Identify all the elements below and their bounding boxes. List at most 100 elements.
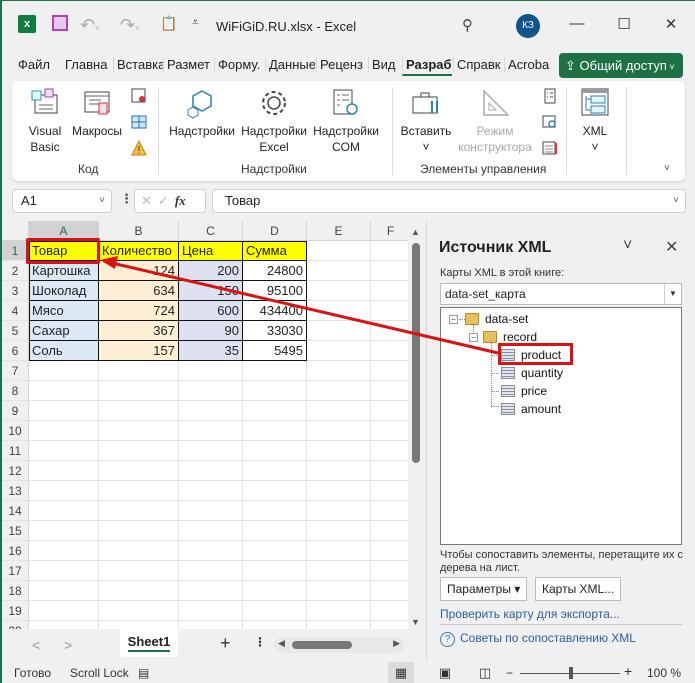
row-header-20[interactable]: 20 xyxy=(2,621,29,629)
cell-e19[interactable] xyxy=(307,601,371,621)
cell-b11[interactable] xyxy=(99,441,179,461)
cell-b10[interactable] xyxy=(99,421,179,441)
row-header-14[interactable]: 14 xyxy=(2,501,29,521)
zoom-in-button[interactable]: + xyxy=(624,663,632,679)
cell-f20[interactable] xyxy=(371,621,408,629)
cell-c12[interactable] xyxy=(179,461,243,481)
cell-a5[interactable]: Сахар xyxy=(29,321,99,341)
tab-view[interactable]: Вид xyxy=(368,57,398,72)
cell-a7[interactable] xyxy=(29,361,99,381)
cell-c6[interactable]: 35 xyxy=(179,341,243,361)
cell-a20[interactable] xyxy=(29,621,99,629)
cell-e15[interactable] xyxy=(307,521,371,541)
cell-c1[interactable]: Цена xyxy=(179,241,243,261)
row-header-8[interactable]: 8 xyxy=(2,381,29,401)
hscroll-thumb[interactable] xyxy=(292,641,352,649)
tree-node-amount[interactable]: amount xyxy=(501,400,561,418)
formula-input[interactable]: Товар ˅ xyxy=(212,189,686,213)
vertical-scrollbar[interactable]: ▲ ▼ xyxy=(408,221,424,629)
cell-a11[interactable] xyxy=(29,441,99,461)
zoom-out-button[interactable]: − xyxy=(506,666,513,680)
cell-b8[interactable] xyxy=(99,381,179,401)
cell-b1[interactable]: Количество xyxy=(99,241,179,261)
tab-home[interactable]: Главна xyxy=(65,57,111,72)
cell-a2[interactable]: Картошка xyxy=(29,261,99,281)
page-break-view-icon[interactable]: ◫ xyxy=(472,662,498,683)
cell-e10[interactable] xyxy=(307,421,371,441)
tree-node-quantity[interactable]: quantity xyxy=(501,364,563,382)
cell-a3[interactable]: Шоколад xyxy=(29,281,99,301)
cell-a9[interactable] xyxy=(29,401,99,421)
cell-d5[interactable]: 33030 xyxy=(243,321,307,341)
column-header-d[interactable]: D xyxy=(243,221,307,241)
cell-f9[interactable] xyxy=(371,401,408,421)
cell-b16[interactable] xyxy=(99,541,179,561)
cell-d9[interactable] xyxy=(243,401,307,421)
scroll-up-icon[interactable]: ▲ xyxy=(411,227,420,237)
cell-d4[interactable]: 434400 xyxy=(243,301,307,321)
cell-d20[interactable] xyxy=(243,621,307,629)
cell-f13[interactable] xyxy=(371,481,408,501)
row-header-2[interactable]: 2 xyxy=(2,261,29,281)
cell-e13[interactable] xyxy=(307,481,371,501)
column-header-c[interactable]: C xyxy=(179,221,243,241)
cell-b17[interactable] xyxy=(99,561,179,581)
cancel-icon[interactable]: ✕ xyxy=(141,193,158,208)
cell-b18[interactable] xyxy=(99,581,179,601)
cell-a8[interactable] xyxy=(29,381,99,401)
cell-e5[interactable] xyxy=(307,321,371,341)
xml-tips-link[interactable]: ? Советы по сопоставлению XML xyxy=(440,631,636,647)
minimize-icon[interactable]: — xyxy=(567,15,587,32)
close-icon[interactable]: ✕ xyxy=(661,15,681,33)
tab-acrobat[interactable]: Acroba xyxy=(504,57,554,72)
record-macro-icon[interactable] xyxy=(131,88,147,104)
avatar[interactable]: КЗ xyxy=(516,14,540,38)
cell-b5[interactable]: 367 xyxy=(99,321,179,341)
cell-a14[interactable] xyxy=(29,501,99,521)
row-header-17[interactable]: 17 xyxy=(2,561,29,581)
search-icon[interactable]: ⚲ xyxy=(462,16,473,34)
verify-map-link[interactable]: Проверить карту для экспорта... xyxy=(440,607,620,621)
zoom-level[interactable]: 100 % xyxy=(647,666,681,680)
cell-e3[interactable] xyxy=(307,281,371,301)
undo-icon[interactable]: ↶˅ xyxy=(80,15,100,36)
cell-d2[interactable]: 24800 xyxy=(243,261,307,281)
column-header-b[interactable]: B xyxy=(99,221,179,241)
row-header-1[interactable]: 1 xyxy=(2,241,29,261)
relative-references-icon[interactable] xyxy=(131,114,147,130)
cell-c15[interactable] xyxy=(179,521,243,541)
row-header-12[interactable]: 12 xyxy=(2,461,29,481)
cell-c9[interactable] xyxy=(179,401,243,421)
cell-b13[interactable] xyxy=(99,481,179,501)
cell-f4[interactable] xyxy=(371,301,408,321)
add-sheet-button[interactable]: + xyxy=(220,633,231,654)
pane-options-icon[interactable]: ˅ xyxy=(623,237,632,255)
maximize-icon[interactable]: ☐ xyxy=(614,15,634,33)
tab-layout[interactable]: Размет xyxy=(163,57,213,72)
pane-close-icon[interactable]: ✕ xyxy=(665,237,678,257)
tree-node-data-set[interactable]: data-set xyxy=(465,310,528,328)
cell-c17[interactable] xyxy=(179,561,243,581)
cell-c11[interactable] xyxy=(179,441,243,461)
spreadsheet-grid[interactable]: A B C D E F 1 Товар Количество Цена Сумма 2 Картошка… xyxy=(2,221,408,629)
cell-d3[interactable]: 95100 xyxy=(243,281,307,301)
cell-a6[interactable]: Соль xyxy=(29,341,99,361)
tab-insert[interactable]: Вставка xyxy=(113,57,163,72)
tab-developer[interactable]: Разраб xyxy=(402,57,452,76)
row-header-4[interactable]: 4 xyxy=(2,301,29,321)
row-header-19[interactable]: 19 xyxy=(2,601,29,621)
scroll-left-icon[interactable]: ◀ xyxy=(278,638,285,649)
more-sheets-icon[interactable]: ⋮ xyxy=(254,635,266,649)
design-mode-button[interactable]: Режим конструктора xyxy=(454,87,536,155)
tab-file[interactable]: Файл xyxy=(18,57,56,72)
cell-d10[interactable] xyxy=(243,421,307,441)
cell-a12[interactable] xyxy=(29,461,99,481)
cell-f19[interactable] xyxy=(371,601,408,621)
row-header-6[interactable]: 6 xyxy=(2,341,29,361)
cell-e2[interactable] xyxy=(307,261,371,281)
select-all-corner[interactable] xyxy=(2,221,29,241)
cell-b19[interactable] xyxy=(99,601,179,621)
cell-c14[interactable] xyxy=(179,501,243,521)
numeric-paste-icon[interactable]: 📋 xyxy=(160,15,177,32)
collapse-ribbon-icon[interactable]: ˅ xyxy=(664,163,670,174)
